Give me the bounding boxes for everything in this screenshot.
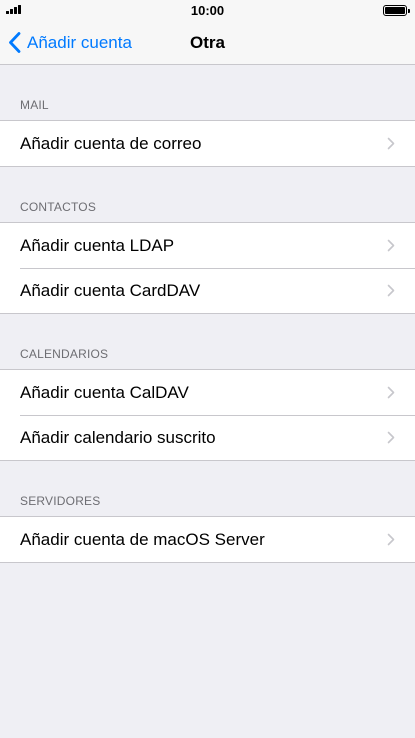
section-contacts: Añadir cuenta LDAP Añadir cuenta CardDAV bbox=[0, 222, 415, 314]
section-calendars: Añadir cuenta CalDAV Añadir calendario s… bbox=[0, 369, 415, 461]
chevron-right-icon bbox=[387, 386, 395, 399]
row-label: Añadir cuenta CalDAV bbox=[20, 382, 189, 402]
section-servers: Añadir cuenta de macOS Server bbox=[0, 516, 415, 563]
chevron-right-icon bbox=[387, 284, 395, 297]
status-bar: 10:00 bbox=[0, 0, 415, 20]
row-label: Añadir cuenta LDAP bbox=[20, 235, 175, 255]
screen: 10:00 Añadir cuenta Otra MAIL Añadir cue… bbox=[0, 0, 415, 738]
section-header-mail: MAIL bbox=[20, 98, 49, 112]
row-label: Añadir cuenta de correo bbox=[20, 133, 202, 153]
add-caldav-account-row[interactable]: Añadir cuenta CalDAV bbox=[0, 370, 415, 415]
row-label: Añadir cuenta CardDAV bbox=[20, 280, 201, 300]
section-header-calendars: CALENDARIOS bbox=[20, 347, 109, 361]
add-mail-account-row[interactable]: Añadir cuenta de correo bbox=[0, 121, 415, 166]
chevron-right-icon bbox=[387, 431, 395, 444]
back-button[interactable]: Añadir cuenta bbox=[8, 20, 132, 65]
row-label: Añadir calendario suscrito bbox=[20, 427, 216, 447]
chevron-right-icon bbox=[387, 137, 395, 150]
section-header-servers: SERVIDORES bbox=[20, 494, 101, 508]
add-subscribed-calendar-row[interactable]: Añadir calendario suscrito bbox=[0, 415, 415, 460]
settings-list: MAIL Añadir cuenta de correo CONTACTOS A… bbox=[0, 65, 415, 563]
back-label: Añadir cuenta bbox=[27, 32, 132, 52]
chevron-right-icon bbox=[387, 239, 395, 252]
section-mail: Añadir cuenta de correo bbox=[0, 120, 415, 167]
battery-icon bbox=[383, 5, 410, 16]
chevron-left-icon bbox=[9, 32, 21, 53]
row-label: Añadir cuenta de macOS Server bbox=[20, 529, 265, 549]
section-header-contacts: CONTACTOS bbox=[20, 200, 97, 214]
status-time: 10:00 bbox=[190, 3, 225, 18]
navigation-bar: Añadir cuenta Otra bbox=[0, 20, 415, 65]
battery-fill bbox=[385, 7, 405, 14]
add-ldap-account-row[interactable]: Añadir cuenta LDAP bbox=[0, 223, 415, 268]
chevron-right-icon bbox=[387, 533, 395, 546]
add-carddav-account-row[interactable]: Añadir cuenta CardDAV bbox=[0, 268, 415, 313]
add-macos-server-account-row[interactable]: Añadir cuenta de macOS Server bbox=[0, 517, 415, 562]
